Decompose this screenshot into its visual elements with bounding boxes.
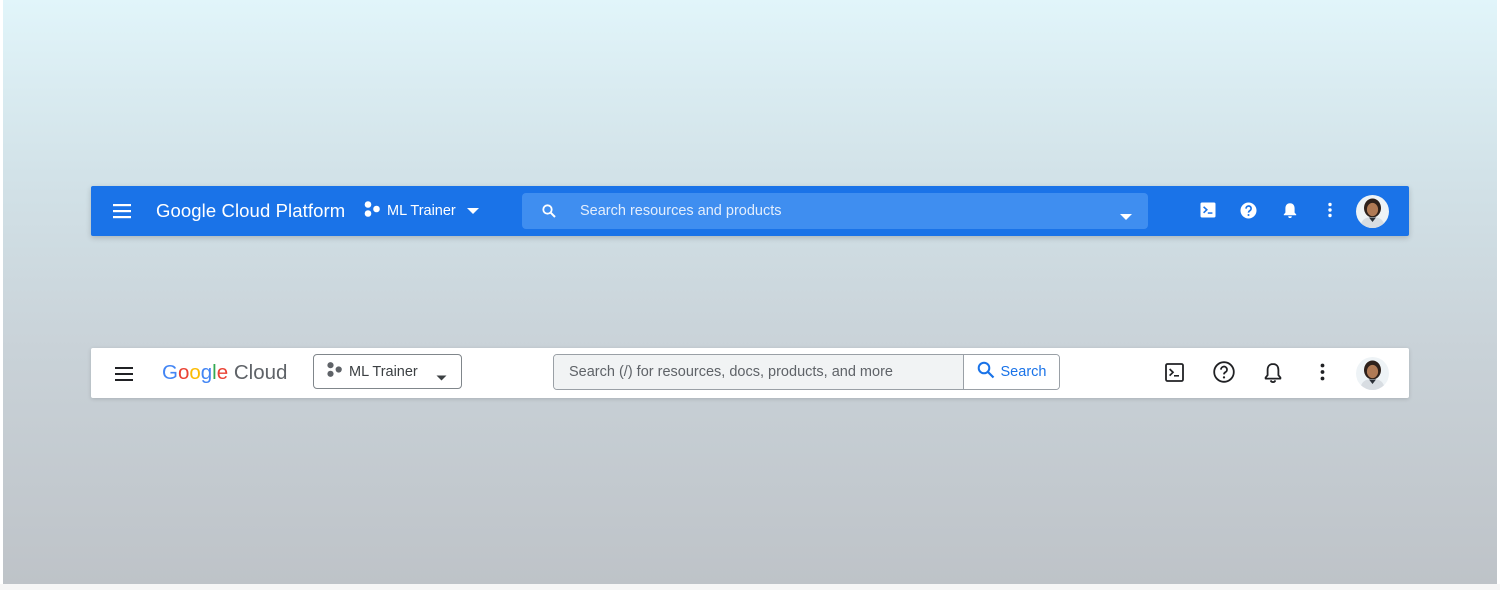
- brand-letter: o: [177, 361, 190, 384]
- dropdown-caret-icon: [466, 203, 480, 219]
- avatar[interactable]: [1356, 195, 1389, 228]
- brand-logo[interactable]: Google Cloud Platform: [156, 200, 345, 222]
- project-nodes-icon: [363, 200, 381, 222]
- old-header-bar: Google Cloud Platform ML Trainer Search …: [91, 186, 1409, 236]
- bottom-divider: [0, 584, 1500, 590]
- dropdown-caret-icon: [436, 369, 447, 385]
- brand-letter: e: [216, 361, 229, 384]
- notifications-icon[interactable]: [1263, 362, 1283, 389]
- menu-icon[interactable]: [114, 366, 134, 387]
- more-vert-icon[interactable]: [1328, 202, 1332, 223]
- notifications-icon[interactable]: [1282, 202, 1298, 224]
- brand-letter: g: [200, 361, 213, 384]
- project-selector[interactable]: ML Trainer: [313, 354, 462, 389]
- project-nodes-icon: [326, 361, 343, 382]
- background-canvas: [3, 0, 1497, 584]
- search-bar[interactable]: Search resources and products: [522, 193, 1148, 229]
- avatar[interactable]: [1356, 357, 1389, 390]
- search-bar: Search (/) for resources, docs, products…: [553, 354, 1060, 390]
- project-selector[interactable]: ML Trainer: [363, 200, 480, 222]
- brand-cloud-text: Cloud: [233, 361, 288, 384]
- project-name: ML Trainer: [387, 203, 456, 219]
- search-input[interactable]: Search (/) for resources, docs, products…: [554, 355, 964, 389]
- help-icon[interactable]: [1240, 202, 1257, 224]
- cloud-shell-icon[interactable]: [1200, 202, 1216, 223]
- more-vert-icon[interactable]: [1320, 363, 1325, 386]
- search-icon: [977, 361, 995, 383]
- cloud-shell-icon[interactable]: [1165, 363, 1184, 387]
- brand-letter: G: [162, 361, 178, 384]
- project-name: ML Trainer: [349, 363, 418, 380]
- search-button-label: Search: [1000, 364, 1047, 380]
- brand-letter: o: [189, 361, 201, 384]
- search-input[interactable]: Search resources and products: [580, 203, 782, 219]
- brand-logo[interactable]: Google Cloud: [162, 361, 287, 385]
- search-icon: [542, 204, 556, 223]
- help-icon[interactable]: [1213, 361, 1235, 388]
- menu-icon[interactable]: [112, 203, 132, 224]
- new-header-bar: Google Cloud ML Trainer Search (/) for r…: [91, 348, 1409, 398]
- search-button[interactable]: Search: [964, 355, 1059, 389]
- search-dropdown-icon[interactable]: [1119, 208, 1133, 226]
